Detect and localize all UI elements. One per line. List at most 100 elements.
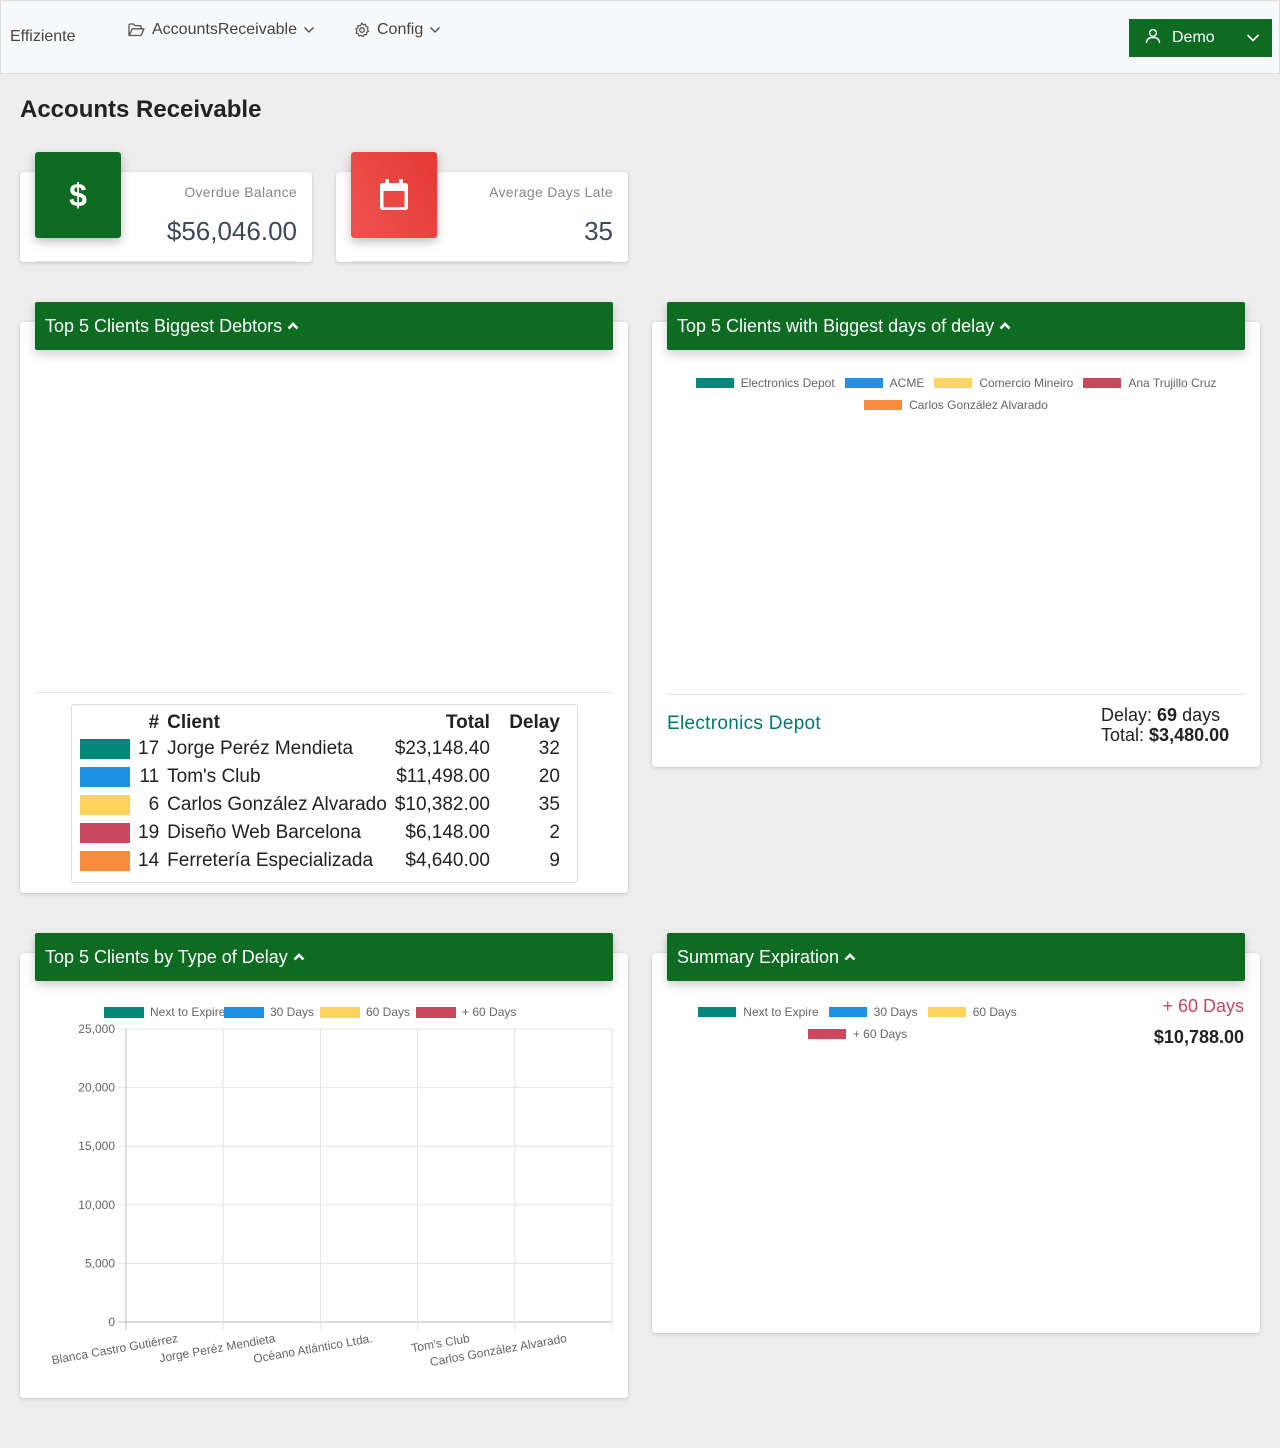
row-total: $4,640.00 <box>405 850 490 871</box>
page-title: Accounts Receivable <box>20 96 262 123</box>
row-client: Jorge Peréz Mendieta <box>167 738 354 759</box>
nav-config[interactable]: Config <box>354 20 441 40</box>
legend-item[interactable]: 60 Days <box>927 1005 1017 1019</box>
folder-open-icon <box>128 23 145 37</box>
total-value: $3,480.00 <box>1149 725 1230 745</box>
chevron-up-icon[interactable] <box>293 946 305 967</box>
row-client: Diseño Web Barcelona <box>167 822 362 843</box>
summary-selected-label: + 60 Days <box>1162 996 1244 1016</box>
legend-swatch <box>927 1007 966 1017</box>
legend-swatch[interactable] <box>416 1007 456 1018</box>
swatch-header <box>80 711 130 735</box>
legend-swatch <box>844 378 883 388</box>
row-delay: 32 <box>538 738 560 759</box>
average-days-late-label: Average Days Late <box>489 184 613 200</box>
legend-item[interactable]: + 60 Days <box>807 1027 908 1041</box>
type-delay-panel-title: Top 5 Clients by Type of Delay <box>45 946 288 967</box>
legend-item[interactable]: 30 Days <box>828 1005 918 1019</box>
legend-label: ACME <box>889 376 925 390</box>
legend-swatch <box>828 1007 867 1017</box>
legend-swatch[interactable] <box>224 1007 264 1018</box>
legend-label[interactable]: 30 Days <box>270 1005 314 1019</box>
row-total: $23,148.40 <box>394 738 490 759</box>
average-days-late-card: Average Days Late 35 <box>336 152 628 262</box>
row-num: 11 <box>139 766 160 787</box>
legend-label: + 60 Days <box>852 1027 908 1041</box>
legend-label: Electronics Depot <box>740 376 835 390</box>
summary-chart-legend: Next to Expire 30 Days 60 Days + 60 Days <box>685 1005 1030 1041</box>
legend-swatch[interactable] <box>104 1007 144 1018</box>
color-swatch <box>80 851 130 871</box>
header-num: # <box>148 712 160 733</box>
row-color-swatch <box>80 847 130 875</box>
type-delay-panel-header[interactable]: Top 5 Clients by Type of Delay <box>35 933 613 981</box>
row-delay: 35 <box>538 794 560 815</box>
y-tick-label: 20,000 <box>78 1081 115 1095</box>
legend-swatch <box>1083 378 1122 388</box>
chevron-up-icon[interactable] <box>287 315 299 336</box>
user-menu-button[interactable]: Demo <box>1129 19 1272 57</box>
y-tick-label: 5,000 <box>85 1256 115 1270</box>
row-total: $11,498.00 <box>396 766 490 787</box>
row-num: 14 <box>138 850 160 871</box>
delay-label: Delay: <box>1101 705 1153 725</box>
card-divider <box>35 261 297 262</box>
legend-swatch <box>807 1029 846 1039</box>
overdue-balance-label: Overdue Balance <box>184 184 297 200</box>
calendar-icon <box>351 152 437 238</box>
debtors-panel-title: Top 5 Clients Biggest Debtors <box>45 315 283 336</box>
legend-label[interactable]: 60 Days <box>366 1005 410 1019</box>
debtors-table: # Client Total Delay 17 Jorge Peréz Mendi… <box>71 704 578 883</box>
row-color-swatch <box>80 791 130 819</box>
legend-swatch[interactable] <box>320 1007 360 1018</box>
table-row: 17 Jorge Peréz Mendieta $23,148.40 32 <box>80 735 560 763</box>
row-client: Ferretería Especializada <box>167 850 374 871</box>
legend-swatch <box>695 378 734 388</box>
dollar-icon: $ <box>35 152 121 238</box>
total-label: Total: <box>1101 725 1145 745</box>
table-row: 6 Carlos González Alvarado $10,382.00 35 <box>80 791 560 819</box>
color-swatch <box>80 823 130 843</box>
row-client: Carlos González Alvarado <box>167 794 387 815</box>
legend-item[interactable]: ACME <box>844 376 925 390</box>
legend-item[interactable]: Comercio Mineiro <box>934 376 1073 390</box>
brand[interactable]: Effiziente <box>10 28 76 46</box>
legend-label: Ana Trujillo Cruz <box>1128 376 1217 390</box>
summary-panel-title: Summary Expiration <box>677 946 840 967</box>
y-tick-label: 15,000 <box>78 1139 115 1153</box>
row-num: 6 <box>148 794 160 815</box>
legend-label: 60 Days <box>972 1005 1017 1019</box>
divider <box>667 694 1245 695</box>
legend-label[interactable]: + 60 Days <box>462 1005 516 1019</box>
chevron-up-icon[interactable] <box>999 315 1011 336</box>
row-color-swatch <box>80 763 130 791</box>
header-client: Client <box>167 712 220 733</box>
color-swatch <box>80 739 130 759</box>
legend-item[interactable]: Next to Expire <box>698 1005 819 1019</box>
nav-accounts-receivable[interactable]: AccountsReceivable <box>128 20 315 40</box>
legend-item[interactable]: Ana Trujillo Cruz <box>1083 376 1216 390</box>
color-swatch <box>80 767 130 787</box>
summary-panel-header[interactable]: Summary Expiration <box>667 933 1245 981</box>
delay-panel-header[interactable]: Top 5 Clients with Biggest days of delay <box>667 302 1245 350</box>
header-delay: Delay <box>509 712 560 733</box>
chevron-down-icon <box>1246 31 1260 50</box>
summary-selected-value: $10,788.00 <box>1153 1027 1244 1047</box>
legend-label: Next to Expire <box>743 1005 819 1019</box>
row-num: 19 <box>138 822 160 843</box>
debtors-panel-header[interactable]: Top 5 Clients Biggest Debtors <box>35 302 613 350</box>
average-days-late-value: 35 <box>584 216 613 246</box>
y-tick-label: 25,000 <box>78 1022 115 1036</box>
row-delay: 9 <box>549 850 560 871</box>
delay-value: 69 <box>1157 705 1178 725</box>
legend-label: Carlos González Alvarado <box>909 398 1048 412</box>
chevron-up-icon[interactable] <box>844 946 856 967</box>
row-color-swatch <box>80 735 130 763</box>
legend-label[interactable]: Next to Expire <box>150 1005 226 1019</box>
legend-swatch <box>698 1007 737 1017</box>
legend-item[interactable]: Electronics Depot <box>695 376 835 390</box>
color-swatch <box>80 795 130 815</box>
gear-icon <box>354 22 370 38</box>
delay-panel-title: Top 5 Clients with Biggest days of delay <box>677 315 995 336</box>
legend-item[interactable]: Carlos González Alvarado <box>864 398 1048 412</box>
